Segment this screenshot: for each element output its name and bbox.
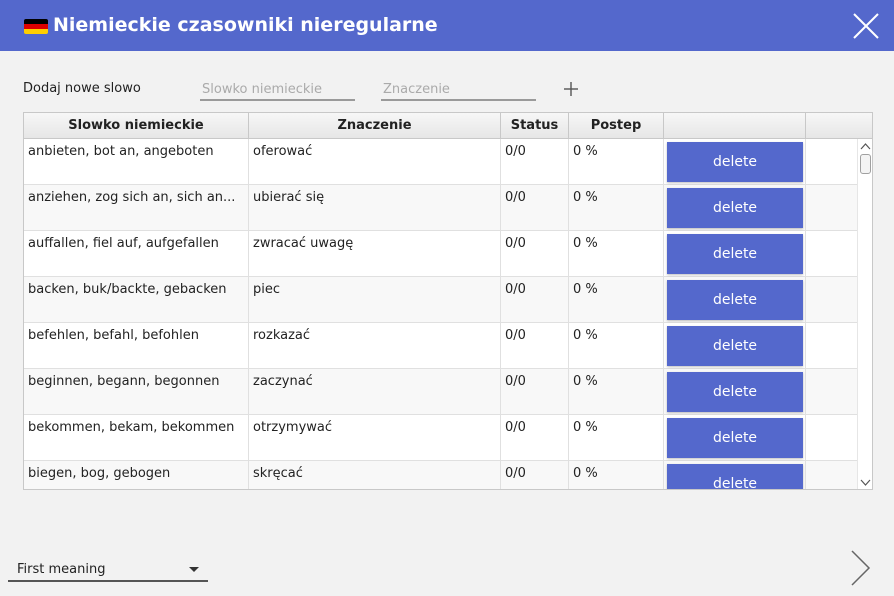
cell-word: beginnen, begann, begonnen (24, 369, 249, 415)
table-row[interactable]: anziehen, zog sich an, sich an... ubiera… (24, 185, 857, 231)
cell-status: 0/0 (501, 277, 569, 323)
delete-button[interactable]: delete (667, 280, 803, 320)
dropdown-arrow-icon (189, 567, 199, 572)
cell-progress: 0 % (569, 369, 664, 415)
words-table: Slowko niemieckie Znaczenie Status Poste… (23, 112, 873, 490)
column-header-meaning[interactable]: Znaczenie (249, 113, 501, 139)
close-icon[interactable] (846, 6, 886, 46)
delete-button[interactable]: delete (667, 234, 803, 274)
column-header-progress[interactable]: Postep (569, 113, 664, 139)
column-header-actions[interactable] (664, 113, 806, 139)
german-flag-icon (24, 19, 48, 34)
delete-button[interactable]: delete (667, 188, 803, 228)
cell-meaning: skręcać (249, 461, 501, 489)
cell-meaning: otrzymywać (249, 415, 501, 461)
table-row[interactable]: beginnen, begann, begonnen zaczynać 0/0 … (24, 369, 857, 415)
cell-meaning: zaczynać (249, 369, 501, 415)
delete-button[interactable]: delete (667, 142, 803, 182)
cell-word: biegen, bog, gebogen (24, 461, 249, 489)
cell-meaning: oferować (249, 139, 501, 185)
cell-meaning: rozkazać (249, 323, 501, 369)
scroll-down-icon[interactable] (860, 478, 871, 487)
cell-status: 0/0 (501, 415, 569, 461)
add-word-button[interactable] (561, 79, 581, 99)
column-header-status[interactable]: Status (501, 113, 569, 139)
table-row[interactable]: backen, buk/backte, gebacken piec 0/0 0 … (24, 277, 857, 323)
title-bar: Niemieckie czasowniki nieregularne (0, 0, 894, 51)
cell-progress: 0 % (569, 139, 664, 185)
cell-word: anbieten, bot an, angeboten (24, 139, 249, 185)
table-header: Slowko niemieckie Znaczenie Status Poste… (24, 113, 872, 139)
cell-meaning: zwracać uwagę (249, 231, 501, 277)
cell-status: 0/0 (501, 323, 569, 369)
cell-progress: 0 % (569, 415, 664, 461)
table-row[interactable]: biegen, bog, gebogen skręcać 0/0 0 % del… (24, 461, 857, 489)
cell-progress: 0 % (569, 323, 664, 369)
table-row[interactable]: befehlen, befahl, befohlen rozkazać 0/0 … (24, 323, 857, 369)
cell-word: backen, buk/backte, gebacken (24, 277, 249, 323)
cell-status: 0/0 (501, 185, 569, 231)
cell-status: 0/0 (501, 231, 569, 277)
plus-icon[interactable] (561, 79, 581, 99)
meaning-mode-value: First meaning (17, 562, 106, 577)
cell-status: 0/0 (501, 369, 569, 415)
cell-progress: 0 % (569, 277, 664, 323)
cell-meaning: piec (249, 277, 501, 323)
chevron-right-icon[interactable] (848, 548, 872, 588)
meaning-input[interactable] (381, 79, 536, 101)
cell-progress: 0 % (569, 185, 664, 231)
scroll-thumb[interactable] (860, 154, 871, 174)
next-button[interactable] (848, 548, 872, 588)
cell-meaning: ubierać się (249, 185, 501, 231)
cell-progress: 0 % (569, 231, 664, 277)
cell-status: 0/0 (501, 461, 569, 489)
delete-button[interactable]: delete (667, 464, 803, 489)
close-button[interactable] (846, 6, 886, 46)
table-body: anbieten, bot an, angeboten oferować 0/0… (24, 139, 857, 489)
column-header-word[interactable]: Slowko niemieckie (24, 113, 249, 139)
cell-progress: 0 % (569, 461, 664, 489)
table-row[interactable]: auffallen, fiel auf, aufgefallen zwracać… (24, 231, 857, 277)
cell-word: bekommen, bekam, bekommen (24, 415, 249, 461)
table-row[interactable]: bekommen, bekam, bekommen otrzymywać 0/0… (24, 415, 857, 461)
cell-status: 0/0 (501, 139, 569, 185)
delete-button[interactable]: delete (667, 418, 803, 458)
meaning-mode-dropdown[interactable]: First meaning (8, 558, 208, 582)
cell-word: befehlen, befahl, befohlen (24, 323, 249, 369)
delete-button[interactable]: delete (667, 326, 803, 366)
add-word-label: Dodaj nowe slowo (23, 81, 141, 96)
table-row[interactable]: anbieten, bot an, angeboten oferować 0/0… (24, 139, 857, 185)
flag-stripe-gold (24, 29, 48, 34)
scroll-up-icon[interactable] (860, 142, 871, 151)
window-title: Niemieckie czasowniki nieregularne (53, 14, 438, 36)
cell-word: anziehen, zog sich an, sich an... (24, 185, 249, 231)
delete-button[interactable]: delete (667, 372, 803, 412)
german-word-input[interactable] (200, 79, 355, 101)
cell-word: auffallen, fiel auf, aufgefallen (24, 231, 249, 277)
vertical-scrollbar[interactable] (857, 139, 872, 489)
